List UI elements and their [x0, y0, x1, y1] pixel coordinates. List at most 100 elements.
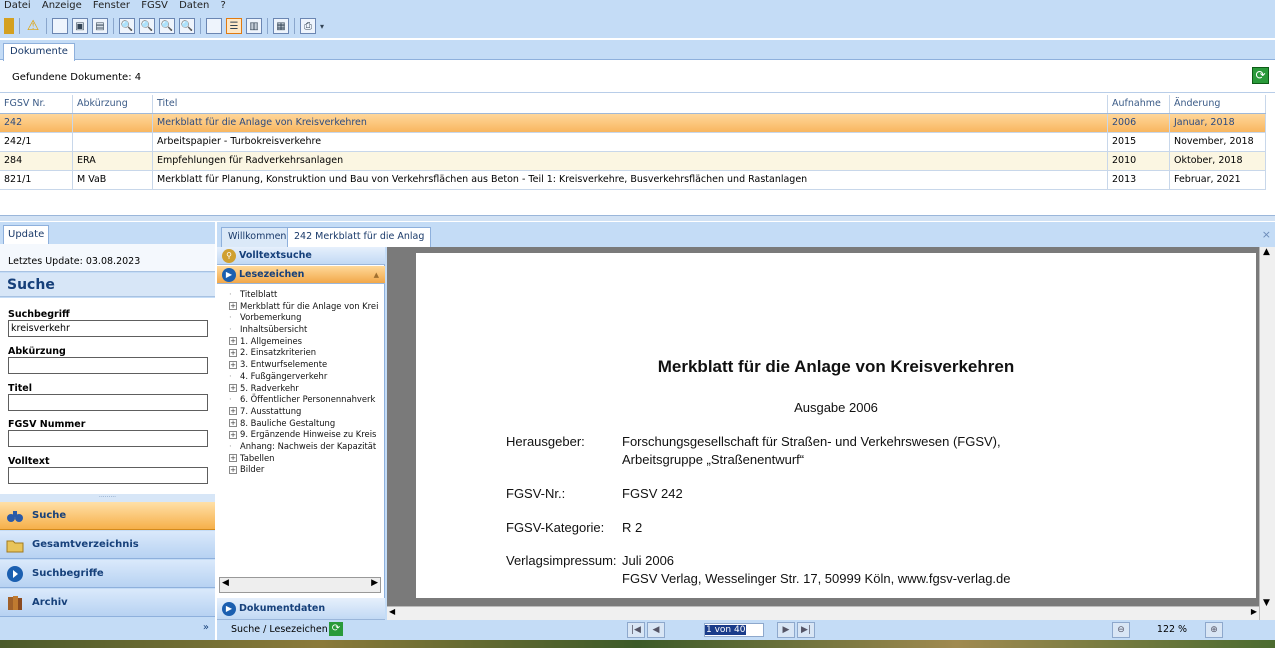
bookmark-item[interactable]: · 4. Fußgängerverkehr — [229, 371, 383, 383]
menu-fgsv[interactable]: FGSV — [137, 0, 172, 11]
bookmark-item[interactable]: +1. Allgemeines — [229, 336, 383, 348]
collapse-up-icon[interactable]: ▲ — [374, 266, 379, 284]
continuous-page-icon[interactable]: ☰ — [226, 18, 242, 34]
header-abkuerzung[interactable]: Abkürzung — [73, 95, 153, 113]
expand-icon[interactable]: + — [229, 465, 237, 474]
warning-icon[interactable]: ⚠ — [25, 18, 41, 34]
zoom-in-icon[interactable]: 🔍 — [119, 18, 135, 34]
nav-suche[interactable]: Suche — [0, 502, 215, 530]
panel-grip[interactable]: ········· — [0, 494, 215, 502]
titel-input[interactable] — [8, 394, 208, 411]
scroll-right-icon[interactable]: ▶ — [1251, 607, 1257, 616]
expand-icon[interactable]: + — [229, 419, 237, 428]
bookmark-item[interactable]: +3. Entwurfselemente — [229, 359, 383, 371]
tree-scrollbar[interactable]: ◀ ▶ — [219, 577, 381, 593]
menu-datei[interactable]: Datei — [0, 0, 35, 11]
bookmark-item[interactable]: +5. Radverkehr — [229, 383, 383, 395]
binoculars-icon: ⚲ — [222, 249, 236, 263]
bookmark-item[interactable]: +9. Ergänzende Hinweise zu Kreis — [229, 429, 383, 441]
bookmark-item[interactable]: + Merkblatt für die Anlage von Krei — [229, 301, 383, 313]
single-page-icon[interactable] — [206, 18, 222, 34]
page-icon[interactable]: ▣ — [72, 18, 88, 34]
abkuerzung-input[interactable] — [8, 357, 208, 374]
expand-icon[interactable]: + — [229, 430, 237, 439]
nav-archiv[interactable]: Archiv — [0, 589, 215, 617]
bookmark-item[interactable]: +2. Einsatzkriterien — [229, 347, 383, 359]
zoom-in-button[interactable]: ⊕ — [1205, 622, 1223, 638]
horizontal-splitter[interactable] — [0, 215, 1275, 221]
header-aenderung[interactable]: Änderung — [1170, 95, 1266, 113]
new-document-icon[interactable] — [52, 18, 68, 34]
refresh-icon[interactable]: ⟳ — [1252, 67, 1269, 84]
volltextsuche-header[interactable]: ⚲ Volltextsuche — [217, 247, 385, 265]
print-icon[interactable]: ⎙ — [300, 18, 316, 34]
menu-fenster[interactable]: Fenster — [89, 0, 134, 11]
toolbar-overflow-icon[interactable]: ▾ — [320, 22, 324, 31]
scroll-left-icon[interactable]: ◀ — [389, 607, 395, 616]
search-bookmarks-label[interactable]: Suche / Lesezeichen — [231, 624, 328, 635]
header-fgsv-nr[interactable]: FGSV Nr. — [0, 95, 73, 113]
lesezeichen-header[interactable]: ▶ Lesezeichen ▲ — [217, 266, 385, 284]
expand-icon[interactable]: + — [229, 407, 237, 416]
zoom-out-button[interactable]: ⊖ — [1112, 622, 1130, 638]
expand-icon[interactable]: + — [229, 348, 237, 357]
table-row[interactable]: 284 ERA Empfehlungen für Radverkehrsanla… — [0, 152, 1266, 171]
table-row[interactable]: 821/1 M VaB Merkblatt für Planung, Konst… — [0, 171, 1266, 190]
menu-help[interactable]: ? — [217, 0, 230, 11]
menu-daten[interactable]: Daten — [175, 0, 213, 11]
expand-icon[interactable]: + — [229, 337, 237, 346]
scroll-right-icon[interactable]: ▶ — [371, 578, 378, 588]
zoom-page-icon[interactable]: 🔍 — [179, 18, 195, 34]
bookmark-item[interactable]: · Anhang: Nachweis der Kapazität — [229, 441, 383, 453]
expand-icon[interactable]: + — [229, 302, 237, 311]
suchbegriff-input[interactable] — [8, 320, 208, 337]
separator — [267, 18, 268, 34]
bookmark-item[interactable]: · 6. Öffentlicher Personennahverk — [229, 394, 383, 406]
first-page-button[interactable]: |◀ — [627, 622, 645, 638]
table-row[interactable]: 242 Merkblatt für die Anlage von Kreisve… — [0, 114, 1266, 133]
bookmark-item[interactable]: +7. Ausstattung — [229, 406, 383, 418]
table-row[interactable]: 242/1 Arbeitspapier - Turbokreisverkehre… — [0, 133, 1266, 152]
header-titel[interactable]: Titel — [153, 95, 1108, 113]
tab-update[interactable]: Update — [3, 225, 50, 244]
scroll-left-icon[interactable]: ◀ — [222, 578, 229, 588]
bookmark-item[interactable]: · Vorbemerkung — [229, 312, 383, 324]
folder-icon[interactable] — [4, 18, 14, 34]
nav-suchbegriffe[interactable]: Suchbegriffe — [0, 560, 215, 588]
zoom-out-icon[interactable]: 🔍 — [139, 18, 155, 34]
tab-dokumente[interactable]: Dokumente — [3, 43, 75, 61]
refresh-icon[interactable]: ⟳ — [329, 622, 343, 636]
bookmark-item[interactable]: · Titelblatt — [229, 289, 383, 301]
scroll-down-icon[interactable]: ▼ — [1263, 598, 1270, 608]
volltext-input[interactable] — [8, 467, 208, 484]
scroll-up-icon[interactable]: ▲ — [1263, 247, 1270, 257]
fgsv-nummer-input[interactable] — [8, 430, 208, 447]
document-viewer[interactable]: Merkblatt für die Anlage von Kreisverkeh… — [387, 247, 1275, 620]
expand-chevron-icon[interactable]: » — [203, 622, 209, 633]
close-icon[interactable]: × — [1262, 228, 1271, 241]
expand-icon[interactable]: + — [229, 454, 237, 463]
header-aufnahme[interactable]: Aufnahme — [1108, 95, 1170, 113]
expand-icon[interactable]: + — [229, 384, 237, 392]
tab-willkommen[interactable]: Willkommen — [221, 227, 294, 247]
bookmark-item[interactable]: · Inhaltsübersicht — [229, 324, 383, 336]
expand-icon[interactable]: + — [229, 360, 237, 369]
next-page-button[interactable]: ▶ — [777, 622, 795, 638]
prev-page-button[interactable]: ◀ — [647, 622, 665, 638]
menu-anzeige[interactable]: Anzeige — [38, 0, 86, 11]
zoom-fit-icon[interactable]: 🔍 — [159, 18, 175, 34]
bookmark-item[interactable]: + Tabellen — [229, 453, 383, 465]
last-page-button[interactable]: ▶| — [797, 622, 815, 638]
image-icon[interactable]: ▦ — [273, 18, 289, 34]
page-copy-icon[interactable]: ▤ — [92, 18, 108, 34]
page-indicator-input[interactable]: 1 von 40 — [704, 623, 764, 637]
document-tabs: Dokumente — [0, 40, 1275, 61]
nav-gesamtverzeichnis[interactable]: Gesamtverzeichnis — [0, 531, 215, 559]
dokumentdaten-header[interactable]: ▶ Dokumentdaten — [217, 598, 385, 620]
bookmark-item[interactable]: + Bilder — [229, 464, 383, 476]
horizontal-scrollbar[interactable]: ◀ ▶ — [387, 606, 1259, 620]
two-pages-icon[interactable]: ▥ — [246, 18, 262, 34]
tab-document-242[interactable]: 242 Merkblatt für die Anlag — [287, 227, 432, 247]
vertical-scrollbar[interactable]: ▲ ▼ — [1259, 247, 1275, 620]
bookmark-item[interactable]: +8. Bauliche Gestaltung — [229, 418, 383, 430]
